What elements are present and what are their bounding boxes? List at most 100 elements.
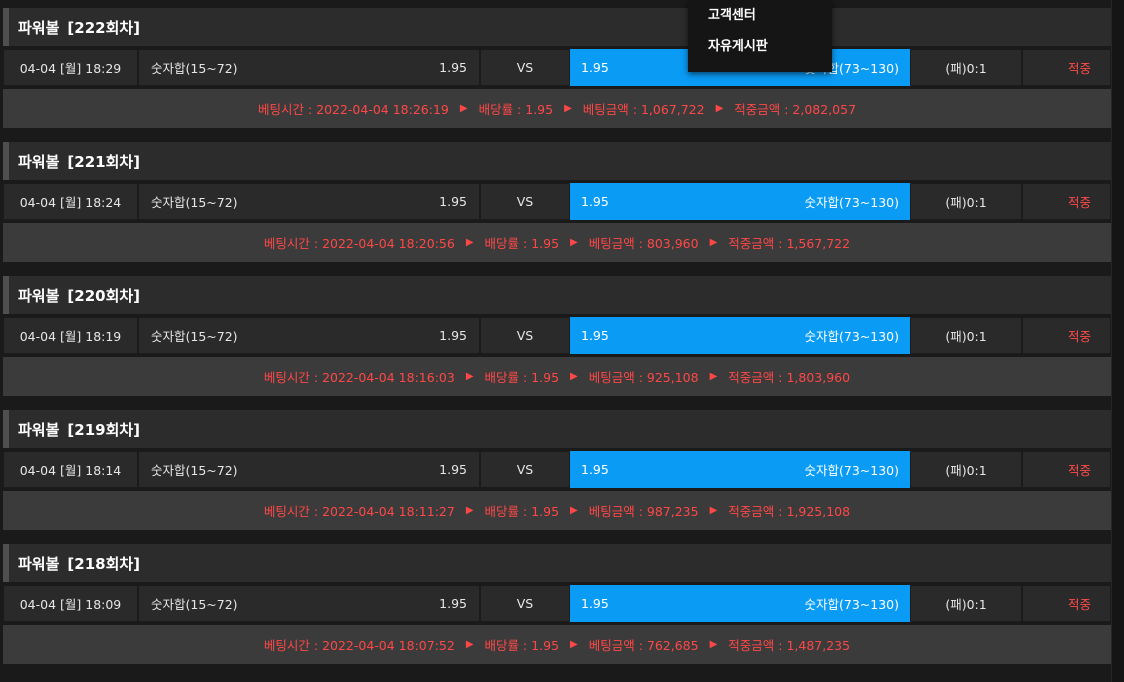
triangle-right-icon: ▶ xyxy=(709,639,718,650)
result-status: 적중 xyxy=(1022,317,1111,354)
bet-row: 04-04 [월] 18:29 숫자합(15~72) 1.95 VS 1.95 숫자… xyxy=(3,49,1111,87)
away-team-label: 숫자합(73~130) xyxy=(804,463,900,478)
bet-amount: 베팅금액 : 803,960 xyxy=(588,236,699,251)
bet-odds: 배당률 : 1.95 xyxy=(484,638,560,653)
vs-label: VS xyxy=(480,183,570,220)
away-pick-selected[interactable]: 1.95 숫자합(73~130) xyxy=(570,585,910,622)
bet-amount: 베팅금액 : 762,685 xyxy=(588,638,699,653)
bet-round-card: 파워볼 [222회차] 04-04 [월] 18:29 숫자합(15~72) 1.9… xyxy=(3,8,1111,142)
triangle-right-icon: ▶ xyxy=(465,237,474,248)
score: (패)0:1 xyxy=(910,585,1022,622)
bet-odds: 배당률 : 1.95 xyxy=(478,102,554,117)
home-team-label: 숫자합(15~72) xyxy=(151,195,238,210)
result-status: 적중 xyxy=(1022,585,1111,622)
round-number: [218회차] xyxy=(67,554,141,573)
game-name: 파워볼 xyxy=(18,420,60,439)
bet-detail: 베팅시간 : 2022-04-04 18:16:03 ▶ 배당률 : 1.95 ▶ 베팅… xyxy=(3,357,1111,396)
home-pick[interactable]: 숫자합(15~72) 1.95 xyxy=(138,451,480,488)
game-name: 파워볼 xyxy=(18,18,60,37)
win-amount: 적중금액 : 1,567,722 xyxy=(728,236,851,251)
away-odds: 1.95 xyxy=(581,596,609,611)
triangle-right-icon: ▶ xyxy=(570,237,578,248)
win-amount: 적중금액 : 2,082,057 xyxy=(734,102,857,117)
home-odds: 1.95 xyxy=(439,596,467,611)
home-team-label: 숫자합(15~72) xyxy=(151,463,238,478)
scrollbar[interactable] xyxy=(1111,0,1124,682)
score: (패)0:1 xyxy=(910,451,1022,488)
home-odds: 1.95 xyxy=(439,60,467,75)
match-date: 04-04 [월] 18:19 xyxy=(3,317,138,354)
home-odds: 1.95 xyxy=(439,194,467,209)
home-team-label: 숫자합(15~72) xyxy=(151,61,238,76)
dropdown-menu: 고객센터 자유게시판 xyxy=(688,0,832,72)
bet-time: 베팅시간 : 2022-04-04 18:07:52 xyxy=(263,638,455,653)
match-date: 04-04 [월] 18:09 xyxy=(3,585,138,622)
bet-detail: 베팅시간 : 2022-04-04 18:07:52 ▶ 배당률 : 1.95 ▶ 베팅… xyxy=(3,625,1111,664)
away-team-label: 숫자합(73~130) xyxy=(804,195,900,210)
bet-detail: 베팅시간 : 2022-04-04 18:11:27 ▶ 배당률 : 1.95 ▶ 베팅… xyxy=(3,491,1111,530)
bet-odds: 배당률 : 1.95 xyxy=(484,370,560,385)
round-number: [221회차] xyxy=(67,152,141,171)
bet-detail: 베팅시간 : 2022-04-04 18:20:56 ▶ 배당률 : 1.95 ▶ 베팅… xyxy=(3,223,1111,262)
vs-label: VS xyxy=(480,317,570,354)
away-odds: 1.95 xyxy=(581,60,609,75)
bet-amount: 베팅금액 : 987,235 xyxy=(588,504,699,519)
win-amount: 적중금액 : 1,487,235 xyxy=(728,638,851,653)
home-pick[interactable]: 숫자합(15~72) 1.95 xyxy=(138,317,480,354)
match-date: 04-04 [월] 18:29 xyxy=(3,49,138,86)
away-pick-selected[interactable]: 1.95 숫자합(73~130) xyxy=(570,317,910,354)
home-odds: 1.95 xyxy=(439,328,467,343)
away-odds: 1.95 xyxy=(581,194,609,209)
triangle-right-icon: ▶ xyxy=(570,371,578,382)
menu-item-customer-center[interactable]: 고객센터 xyxy=(688,0,832,26)
triangle-right-icon: ▶ xyxy=(709,371,718,382)
triangle-right-icon: ▶ xyxy=(564,103,572,114)
bet-time: 베팅시간 : 2022-04-04 18:26:19 xyxy=(257,102,449,117)
away-pick-selected[interactable]: 1.95 숫자합(73~130) xyxy=(570,183,910,220)
vs-label: VS xyxy=(480,585,570,622)
bet-row: 04-04 [월] 18:09 숫자합(15~72) 1.95 VS 1.95 숫자… xyxy=(3,585,1111,623)
triangle-right-icon: ▶ xyxy=(465,371,474,382)
menu-item-free-board[interactable]: 자유게시판 xyxy=(688,26,832,62)
bet-round-card: 파워볼 [220회차] 04-04 [월] 18:19 숫자합(15~72) 1.9… xyxy=(3,276,1111,410)
round-number: [222회차] xyxy=(67,18,141,37)
away-pick-selected[interactable]: 1.95 숫자합(73~130) xyxy=(570,451,910,488)
score: (패)0:1 xyxy=(910,49,1022,86)
triangle-right-icon: ▶ xyxy=(709,505,718,516)
round-header: 파워볼 [221회차] xyxy=(3,142,1111,180)
score: (패)0:1 xyxy=(910,183,1022,220)
bet-round-card: 파워볼 [218회차] 04-04 [월] 18:09 숫자합(15~72) 1.9… xyxy=(3,544,1111,678)
round-number: [220회차] xyxy=(67,286,141,305)
bet-time: 베팅시간 : 2022-04-04 18:11:27 xyxy=(263,504,455,519)
round-header: 파워볼 [219회차] xyxy=(3,410,1111,448)
vs-label: VS xyxy=(480,451,570,488)
bet-amount: 베팅금액 : 1,067,722 xyxy=(582,102,705,117)
triangle-right-icon: ▶ xyxy=(709,237,718,248)
home-pick[interactable]: 숫자합(15~72) 1.95 xyxy=(138,49,480,86)
bet-row: 04-04 [월] 18:19 숫자합(15~72) 1.95 VS 1.95 숫자… xyxy=(3,317,1111,355)
bet-amount: 베팅금액 : 925,108 xyxy=(588,370,699,385)
game-name: 파워볼 xyxy=(18,554,60,573)
score: (패)0:1 xyxy=(910,317,1022,354)
result-status: 적중 xyxy=(1022,183,1111,220)
home-pick[interactable]: 숫자합(15~72) 1.95 xyxy=(138,183,480,220)
bet-row: 04-04 [월] 18:14 숫자합(15~72) 1.95 VS 1.95 숫자… xyxy=(3,451,1111,489)
match-date: 04-04 [월] 18:14 xyxy=(3,451,138,488)
triangle-right-icon: ▶ xyxy=(570,505,578,516)
bet-time: 베팅시간 : 2022-04-04 18:16:03 xyxy=(263,370,455,385)
result-status: 적중 xyxy=(1022,49,1111,86)
away-odds: 1.95 xyxy=(581,328,609,343)
home-team-label: 숫자합(15~72) xyxy=(151,329,238,344)
bet-round-card: 파워볼 [219회차] 04-04 [월] 18:14 숫자합(15~72) 1.9… xyxy=(3,410,1111,544)
bet-odds: 배당률 : 1.95 xyxy=(484,504,560,519)
bet-row: 04-04 [월] 18:24 숫자합(15~72) 1.95 VS 1.95 숫자… xyxy=(3,183,1111,221)
bet-history-page: 파워볼 [222회차] 04-04 [월] 18:29 숫자합(15~72) 1.9… xyxy=(0,0,1124,682)
round-header: 파워볼 [218회차] xyxy=(3,544,1111,582)
result-status: 적중 xyxy=(1022,451,1111,488)
home-pick[interactable]: 숫자합(15~72) 1.95 xyxy=(138,585,480,622)
bet-odds: 배당률 : 1.95 xyxy=(484,236,560,251)
round-header: 파워볼 [220회차] xyxy=(3,276,1111,314)
home-odds: 1.95 xyxy=(439,462,467,477)
win-amount: 적중금액 : 1,925,108 xyxy=(728,504,851,519)
round-header: 파워볼 [222회차] xyxy=(3,8,1111,46)
